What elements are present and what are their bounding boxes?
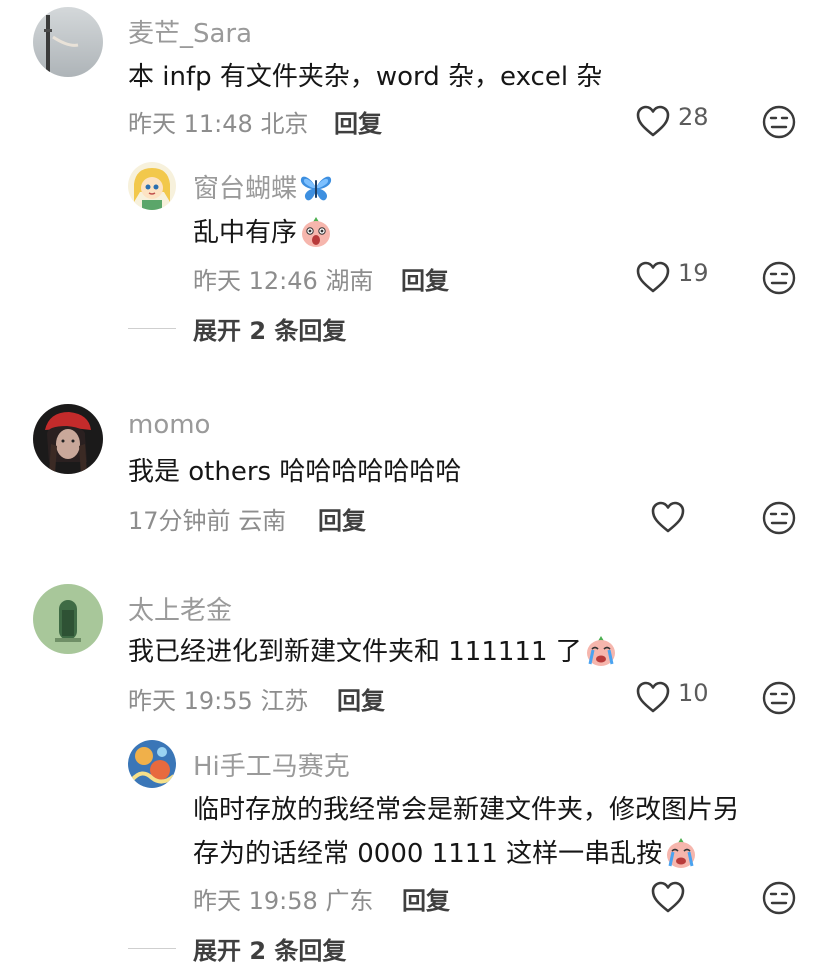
reply-button[interactable]: 回复: [337, 681, 385, 716]
expand-replies-button[interactable]: 展开 2 条回复: [193, 931, 346, 966]
comment-meta: 昨天 19:55 江苏: [128, 681, 308, 716]
heart-icon: [636, 261, 670, 293]
avatar[interactable]: [33, 584, 103, 654]
meh-face-icon: [762, 105, 796, 139]
like-button[interactable]: [650, 880, 686, 914]
comment-time: 昨天 19:55: [128, 687, 253, 715]
heart-icon: [651, 501, 685, 533]
heart-icon: [651, 881, 685, 913]
expand-replies-button[interactable]: 展开 2 条回复: [193, 311, 346, 346]
comment-text-content: 存为的话经常 0000 1111 这样一串乱按: [193, 839, 663, 869]
reply-button[interactable]: 回复: [334, 104, 382, 139]
comment-location: 江苏: [260, 687, 309, 715]
username[interactable]: Hi手工马赛克: [193, 746, 350, 783]
like-button[interactable]: [635, 260, 671, 294]
comment-location: 湖南: [325, 267, 374, 295]
meh-face-icon: [762, 261, 796, 295]
username[interactable]: 麦芒_Sara: [128, 13, 252, 50]
crying-face-emoji-icon: [664, 836, 698, 870]
comment-time: 昨天 12:46: [193, 267, 318, 295]
dislike-button[interactable]: [761, 104, 797, 140]
comment-text: 我是 others 哈哈哈哈哈哈哈: [128, 457, 462, 487]
dislike-button[interactable]: [761, 680, 797, 716]
expand-divider: [128, 948, 176, 949]
comment-meta: 昨天 12:46 湖南: [193, 261, 373, 296]
meh-face-icon: [762, 881, 796, 915]
avatar[interactable]: [33, 7, 103, 77]
comment-location: 广东: [325, 887, 374, 915]
comment-text-line: 临时存放的我经常会是新建文件夹，修改图片另: [193, 795, 740, 825]
username[interactable]: 太上老金: [128, 590, 232, 627]
comment-location: 北京: [260, 110, 309, 138]
meh-face-icon: [762, 681, 796, 715]
like-button[interactable]: [650, 500, 686, 534]
expand-divider: [128, 328, 176, 329]
username-text: 窗台蝴蝶: [193, 174, 298, 204]
reply-button[interactable]: 回复: [401, 261, 449, 296]
like-button[interactable]: [635, 104, 671, 138]
comment-time: 17分钟前: [128, 507, 231, 535]
comment-text: 乱中有序: [193, 213, 333, 253]
avatar[interactable]: [128, 740, 176, 788]
like-button[interactable]: [635, 680, 671, 714]
like-count: 10: [678, 679, 709, 707]
avatar[interactable]: [33, 404, 103, 474]
heart-icon: [636, 105, 670, 137]
username[interactable]: 窗台蝴蝶: [193, 168, 333, 205]
avatar[interactable]: [128, 162, 176, 210]
dislike-button[interactable]: [761, 880, 797, 916]
comment-meta: 昨天 19:58 广东: [193, 881, 373, 916]
comment-time: 昨天 19:58: [193, 887, 318, 915]
dislike-button[interactable]: [761, 260, 797, 296]
screaming-face-emoji-icon: [299, 215, 333, 249]
comment-text-content: 乱中有序: [193, 218, 298, 248]
like-count: 28: [678, 103, 709, 131]
heart-icon: [636, 681, 670, 713]
reply-button[interactable]: 回复: [318, 501, 366, 536]
comment-meta: 昨天 11:48 北京: [128, 104, 308, 139]
comment-text: 我已经进化到新建文件夹和 111111 了: [128, 632, 618, 672]
comment-text: 存为的话经常 0000 1111 这样一串乱按: [193, 834, 698, 874]
crying-face-emoji-icon: [584, 634, 618, 668]
comment-location: 云南: [238, 507, 287, 535]
reply-button[interactable]: 回复: [402, 881, 450, 916]
comment-text: 本 infp 有文件夹杂，word 杂，excel 杂: [128, 62, 603, 92]
butterfly-emoji-icon: [299, 171, 333, 205]
dislike-button[interactable]: [761, 500, 797, 536]
meh-face-icon: [762, 501, 796, 535]
comment-meta: 17分钟前 云南: [128, 501, 286, 536]
comment-time: 昨天 11:48: [128, 110, 253, 138]
username[interactable]: momo: [128, 410, 210, 440]
comment-text-content: 我已经进化到新建文件夹和 111111 了: [128, 637, 582, 667]
like-count: 19: [678, 259, 709, 287]
